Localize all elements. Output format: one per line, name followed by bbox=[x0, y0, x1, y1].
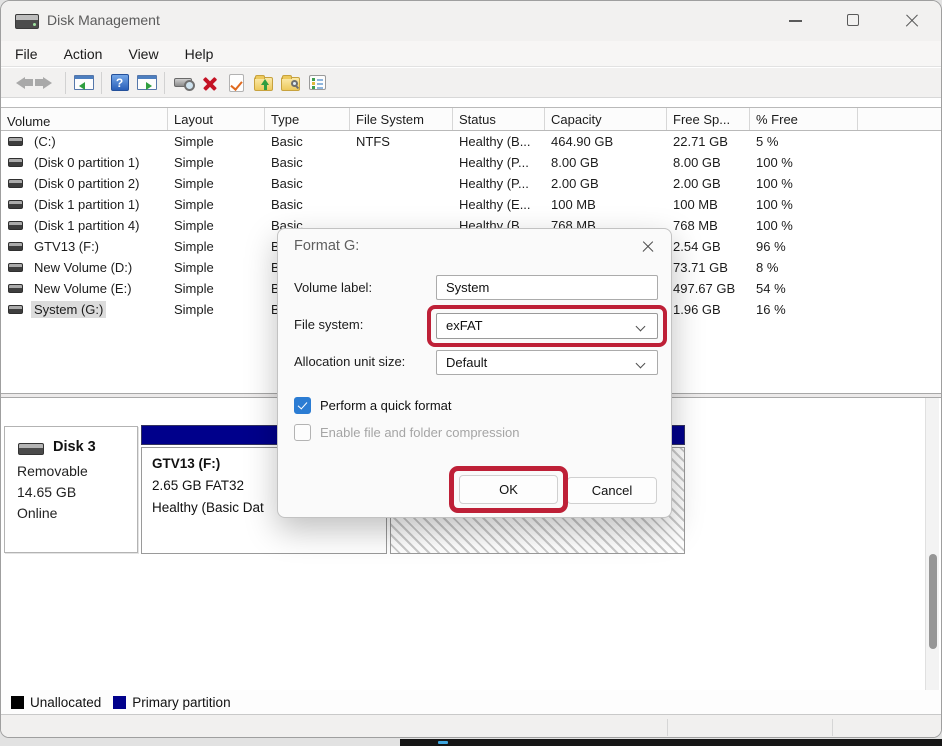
volume-icon bbox=[8, 221, 23, 230]
table-row[interactable]: (Disk 0 partition 1) Simple Basic Health… bbox=[1, 152, 942, 173]
compression-checkbox[interactable] bbox=[294, 424, 311, 441]
volume-icon bbox=[8, 137, 23, 146]
compression-label: Enable file and folder compression bbox=[320, 425, 519, 440]
statusbar-divider bbox=[667, 719, 668, 736]
table-header: Volume Layout Type File System Status Ca… bbox=[1, 107, 942, 131]
show-action-pane-icon[interactable] bbox=[133, 70, 160, 96]
partition-size: 2.65 GB FAT32 bbox=[152, 478, 244, 493]
col-capacity[interactable]: Capacity bbox=[545, 108, 667, 130]
volume-icon bbox=[8, 263, 23, 272]
toolbar-separator bbox=[164, 72, 165, 94]
format-dialog: Format G: Volume label: System File syst… bbox=[277, 228, 672, 518]
minimize-icon bbox=[789, 20, 802, 22]
primary-partition-swatch bbox=[113, 696, 126, 709]
quick-format-row: Perform a quick format bbox=[294, 397, 452, 414]
quick-format-label: Perform a quick format bbox=[320, 398, 452, 413]
col-empty bbox=[858, 108, 942, 130]
col-file-system[interactable]: File System bbox=[350, 108, 453, 130]
show-console-tree-icon[interactable] bbox=[70, 70, 97, 96]
taskbar-edge bbox=[400, 739, 942, 746]
volume-icon bbox=[8, 200, 23, 209]
disk-size: 14.65 GB bbox=[17, 484, 76, 500]
allocation-label: Allocation unit size: bbox=[294, 354, 405, 369]
close-button[interactable] bbox=[883, 1, 941, 41]
volume-label-label: Volume label: bbox=[294, 280, 372, 295]
taskbar-icon bbox=[438, 741, 448, 744]
compression-row: Enable file and folder compression bbox=[294, 424, 519, 441]
ok-button[interactable]: OK bbox=[459, 475, 558, 504]
screen: Disk Management File Action View Help ? bbox=[0, 0, 942, 746]
partition-status: Healthy (Basic Dat bbox=[152, 500, 264, 515]
scrollbar-thumb[interactable] bbox=[929, 554, 937, 649]
col-pct-free[interactable]: % Free bbox=[750, 108, 858, 130]
unallocated-swatch bbox=[11, 696, 24, 709]
disk-name: Disk 3 bbox=[53, 439, 96, 455]
properties-icon[interactable] bbox=[304, 70, 331, 96]
table-row[interactable]: (Disk 0 partition 2) Simple Basic Health… bbox=[1, 173, 942, 194]
window-title: Disk Management bbox=[47, 12, 160, 28]
delete-icon[interactable] bbox=[196, 70, 223, 96]
legend: Unallocated Primary partition bbox=[1, 690, 942, 714]
table-row[interactable]: (Disk 1 partition 1) Simple Basic Health… bbox=[1, 194, 942, 215]
file-system-select[interactable]: exFAT bbox=[436, 313, 658, 339]
statusbar-divider bbox=[832, 719, 833, 736]
disk-app-icon bbox=[15, 14, 39, 29]
menu-bar: File Action View Help bbox=[1, 41, 941, 67]
disk-3-panel[interactable]: Disk 3 Removable 14.65 GB Online bbox=[4, 426, 138, 553]
rescan-disks-icon[interactable] bbox=[169, 70, 196, 96]
quick-format-checkbox[interactable] bbox=[294, 397, 311, 414]
maximize-button[interactable] bbox=[825, 1, 883, 41]
col-layout[interactable]: Layout bbox=[168, 108, 265, 130]
volume-icon bbox=[8, 158, 23, 167]
volume-icon bbox=[8, 305, 23, 314]
title-bar: Disk Management bbox=[1, 1, 941, 41]
dialog-title: Format G: bbox=[294, 238, 359, 254]
menu-help[interactable]: Help bbox=[185, 46, 214, 62]
status-bar bbox=[1, 714, 942, 738]
help-icon[interactable]: ? bbox=[106, 70, 133, 96]
minimize-button[interactable] bbox=[767, 1, 825, 41]
unallocated-label: Unallocated bbox=[30, 695, 101, 710]
disk-kind: Removable bbox=[17, 463, 88, 479]
folder-up-icon[interactable] bbox=[250, 70, 277, 96]
col-free-space[interactable]: Free Sp... bbox=[667, 108, 750, 130]
maximize-icon bbox=[847, 14, 859, 26]
volume-icon bbox=[8, 284, 23, 293]
back-icon[interactable] bbox=[7, 70, 34, 96]
task-check-icon[interactable] bbox=[223, 70, 250, 96]
volume-label-input[interactable]: System bbox=[436, 275, 658, 300]
col-type[interactable]: Type bbox=[265, 108, 350, 130]
table-row[interactable]: (C:) Simple Basic NTFS Healthy (B... 464… bbox=[1, 131, 942, 152]
primary-partition-label: Primary partition bbox=[132, 695, 230, 710]
toolbar-separator bbox=[101, 72, 102, 94]
col-status[interactable]: Status bbox=[453, 108, 545, 130]
allocation-select[interactable]: Default bbox=[436, 350, 658, 375]
disk-icon bbox=[18, 443, 44, 455]
menu-file[interactable]: File bbox=[15, 46, 38, 62]
menu-action[interactable]: Action bbox=[64, 46, 103, 62]
partition-title: GTV13 (F:) bbox=[152, 456, 220, 471]
col-volume[interactable]: Volume bbox=[1, 108, 168, 130]
cancel-button[interactable]: Cancel bbox=[567, 477, 657, 504]
forward-icon[interactable] bbox=[34, 70, 61, 96]
volume-icon bbox=[8, 242, 23, 251]
disk-status: Online bbox=[17, 505, 57, 521]
vertical-scrollbar[interactable] bbox=[925, 398, 939, 690]
folder-search-icon[interactable] bbox=[277, 70, 304, 96]
dialog-close-button[interactable] bbox=[635, 235, 661, 259]
volume-icon bbox=[8, 179, 23, 188]
toolbar: ? bbox=[1, 68, 941, 98]
menu-view[interactable]: View bbox=[128, 46, 158, 62]
toolbar-separator bbox=[65, 72, 66, 94]
file-system-label: File system: bbox=[294, 317, 363, 332]
